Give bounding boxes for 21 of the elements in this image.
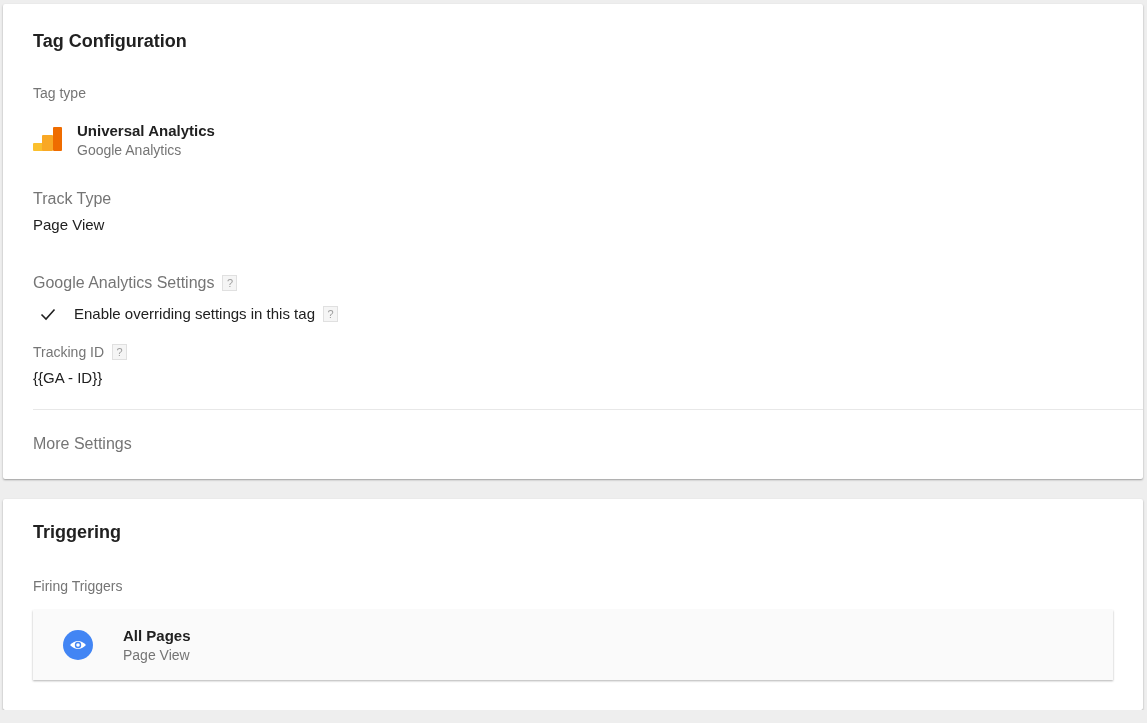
field-value: Page View	[33, 215, 106, 235]
checkbox-label: Enable overriding settings in this tag	[74, 304, 315, 324]
help-icon[interactable]: ?	[323, 306, 338, 322]
more-settings-toggle[interactable]: More Settings	[33, 410, 132, 479]
help-icon[interactable]: ?	[112, 344, 128, 360]
trigger-name: All Pages	[123, 626, 191, 646]
help-icon[interactable]: ?	[222, 275, 238, 291]
field-label: Tag type	[33, 84, 87, 102]
field-label: Tracking ID	[33, 343, 105, 361]
field-value: {{GA - ID}}	[33, 368, 104, 388]
tag-type-vendor: Google Analytics	[77, 141, 183, 159]
tag-type-name: Universal Analytics	[77, 121, 215, 141]
card-title: Triggering	[33, 521, 122, 544]
field-label: Track Type	[33, 189, 113, 209]
eye-icon	[63, 630, 93, 660]
card-title: Tag Configuration	[33, 30, 188, 53]
field-label: Google Analytics Settings	[33, 273, 215, 293]
trigger-type: Page View	[123, 646, 191, 664]
checkmark-icon[interactable]	[40, 306, 56, 322]
field-label: Firing Triggers	[33, 577, 124, 595]
trigger-item[interactable]: All Pages Page View	[33, 610, 1113, 680]
